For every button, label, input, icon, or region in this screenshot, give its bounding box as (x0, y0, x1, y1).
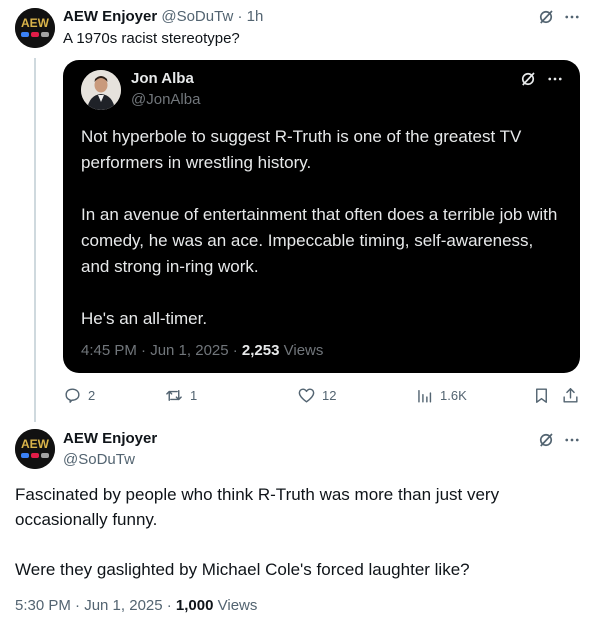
views-count: 1.6K (440, 388, 467, 403)
grok-icon (539, 10, 553, 24)
tweet1-text: A 1970s racist stereotype? (63, 30, 240, 47)
share-button[interactable] (561, 386, 580, 405)
quote-views-count: 2,253 (241, 342, 280, 359)
quote-author-handle[interactable]: @JonAlba (131, 91, 200, 108)
tweet2-handle[interactable]: @SoDuTw (63, 451, 135, 468)
tweet2-more-button[interactable] (561, 429, 583, 451)
tweet2-views-label: Views (213, 597, 258, 614)
views-icon (418, 390, 432, 403)
quote-grok-button[interactable] (517, 68, 539, 90)
like-button[interactable]: 12 (297, 386, 336, 405)
tweet1-handle-time[interactable]: @SoDuTw · 1h (161, 8, 263, 25)
share-icon (563, 388, 578, 403)
quote-author-name[interactable]: Jon Alba (131, 70, 194, 87)
tweet1-grok-button[interactable] (535, 6, 557, 28)
tweet2-time[interactable]: 5:30 PM · Jun 1, 2025 · (15, 597, 176, 614)
bookmark-button[interactable] (532, 386, 551, 405)
like-count: 12 (322, 388, 337, 403)
more-icon (565, 15, 579, 19)
avatar-aew-enjoyer[interactable]: AEW (15, 429, 55, 469)
repost-icon (166, 390, 182, 401)
tweet1-more-button[interactable] (561, 6, 583, 28)
repost-button[interactable]: 1 (164, 386, 197, 405)
quote-timestamp-views: 4:45 PM · Jun 1, 2025 · 2,253 Views (81, 342, 323, 359)
avatar-logo-text: AEW (21, 16, 50, 30)
tweet1-action-bar: 2 1 12 1.6K (63, 386, 583, 406)
quoted-tweet-card[interactable]: Jon Alba @JonAlba Not hyperbole to sugge… (63, 60, 580, 373)
tweet2-paragraph: Fascinated by people who think R-Truth w… (15, 485, 500, 529)
avatar-aew-enjoyer[interactable]: AEW (15, 8, 55, 48)
quote-views-label: Views (279, 342, 324, 359)
thread-line (34, 58, 36, 422)
tweet1-display-name[interactable]: AEW Enjoyer (63, 8, 157, 25)
avatar-logo-text: AEW (21, 437, 50, 451)
quote-text: Not hyperbole to suggest R-Truth is one … (81, 124, 561, 358)
quote-paragraph: He's an all-timer. (81, 309, 208, 328)
tweet2-text: Fascinated by people who think R-Truth w… (15, 482, 575, 607)
quote-time[interactable]: 4:45 PM · Jun 1, 2025 · (81, 342, 242, 359)
quote-more-button[interactable] (544, 68, 566, 90)
more-icon (548, 77, 562, 81)
quote-paragraph: In an avenue of entertainment that often… (81, 205, 558, 276)
like-icon (298, 388, 315, 403)
grok-icon (521, 72, 535, 86)
bookmark-icon (536, 388, 547, 403)
tweet2-display-name[interactable]: AEW Enjoyer (63, 430, 157, 447)
repost-count: 1 (190, 388, 198, 403)
views-button[interactable]: 1.6K (415, 386, 467, 405)
tweet2-grok-button[interactable] (535, 429, 557, 451)
reply-icon (65, 388, 80, 403)
tweet1-header: AEW Enjoyer @SoDuTw · 1h (63, 8, 263, 25)
tweet2-views-count: 1,000 (175, 597, 214, 614)
quote-paragraph: Not hyperbole to suggest R-Truth is one … (81, 127, 522, 172)
avatar-jon-alba[interactable] (81, 70, 121, 110)
tweet2-paragraph: Were they gaslighted by Michael Cole's f… (15, 560, 470, 579)
reply-count: 2 (88, 388, 96, 403)
tweet2-timestamp-views: 5:30 PM · Jun 1, 2025 · 1,000 Views (15, 597, 257, 614)
more-icon (565, 438, 579, 442)
reply-button[interactable]: 2 (63, 386, 95, 405)
grok-icon (539, 433, 553, 447)
